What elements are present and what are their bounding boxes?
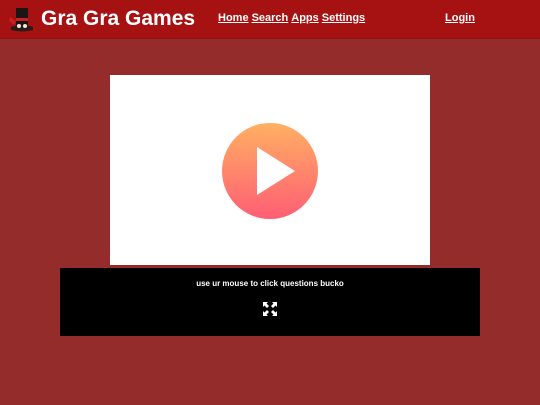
game-instructions-text: use ur mouse to click questions bucko bbox=[196, 279, 344, 288]
game-player-area[interactable] bbox=[110, 75, 430, 265]
top-navigation-bar: Gra Gra Games Home Search Apps Settings … bbox=[0, 0, 540, 39]
nav-apps-link[interactable]: Apps bbox=[291, 11, 319, 25]
nav-home-link[interactable]: Home bbox=[218, 11, 249, 25]
main-navigation: Home Search Apps Settings bbox=[218, 11, 365, 25]
fullscreen-expand-icon[interactable] bbox=[262, 301, 278, 317]
game-info-panel: use ur mouse to click questions bucko bbox=[60, 268, 480, 336]
nav-search-link[interactable]: Search bbox=[252, 11, 289, 25]
login-link[interactable]: Login bbox=[445, 11, 475, 25]
play-icon[interactable] bbox=[222, 123, 318, 219]
site-brand-title[interactable]: Gra Gra Games bbox=[41, 6, 195, 32]
red-hat-figure-logo-icon[interactable] bbox=[6, 3, 38, 35]
nav-settings-link[interactable]: Settings bbox=[322, 11, 365, 25]
